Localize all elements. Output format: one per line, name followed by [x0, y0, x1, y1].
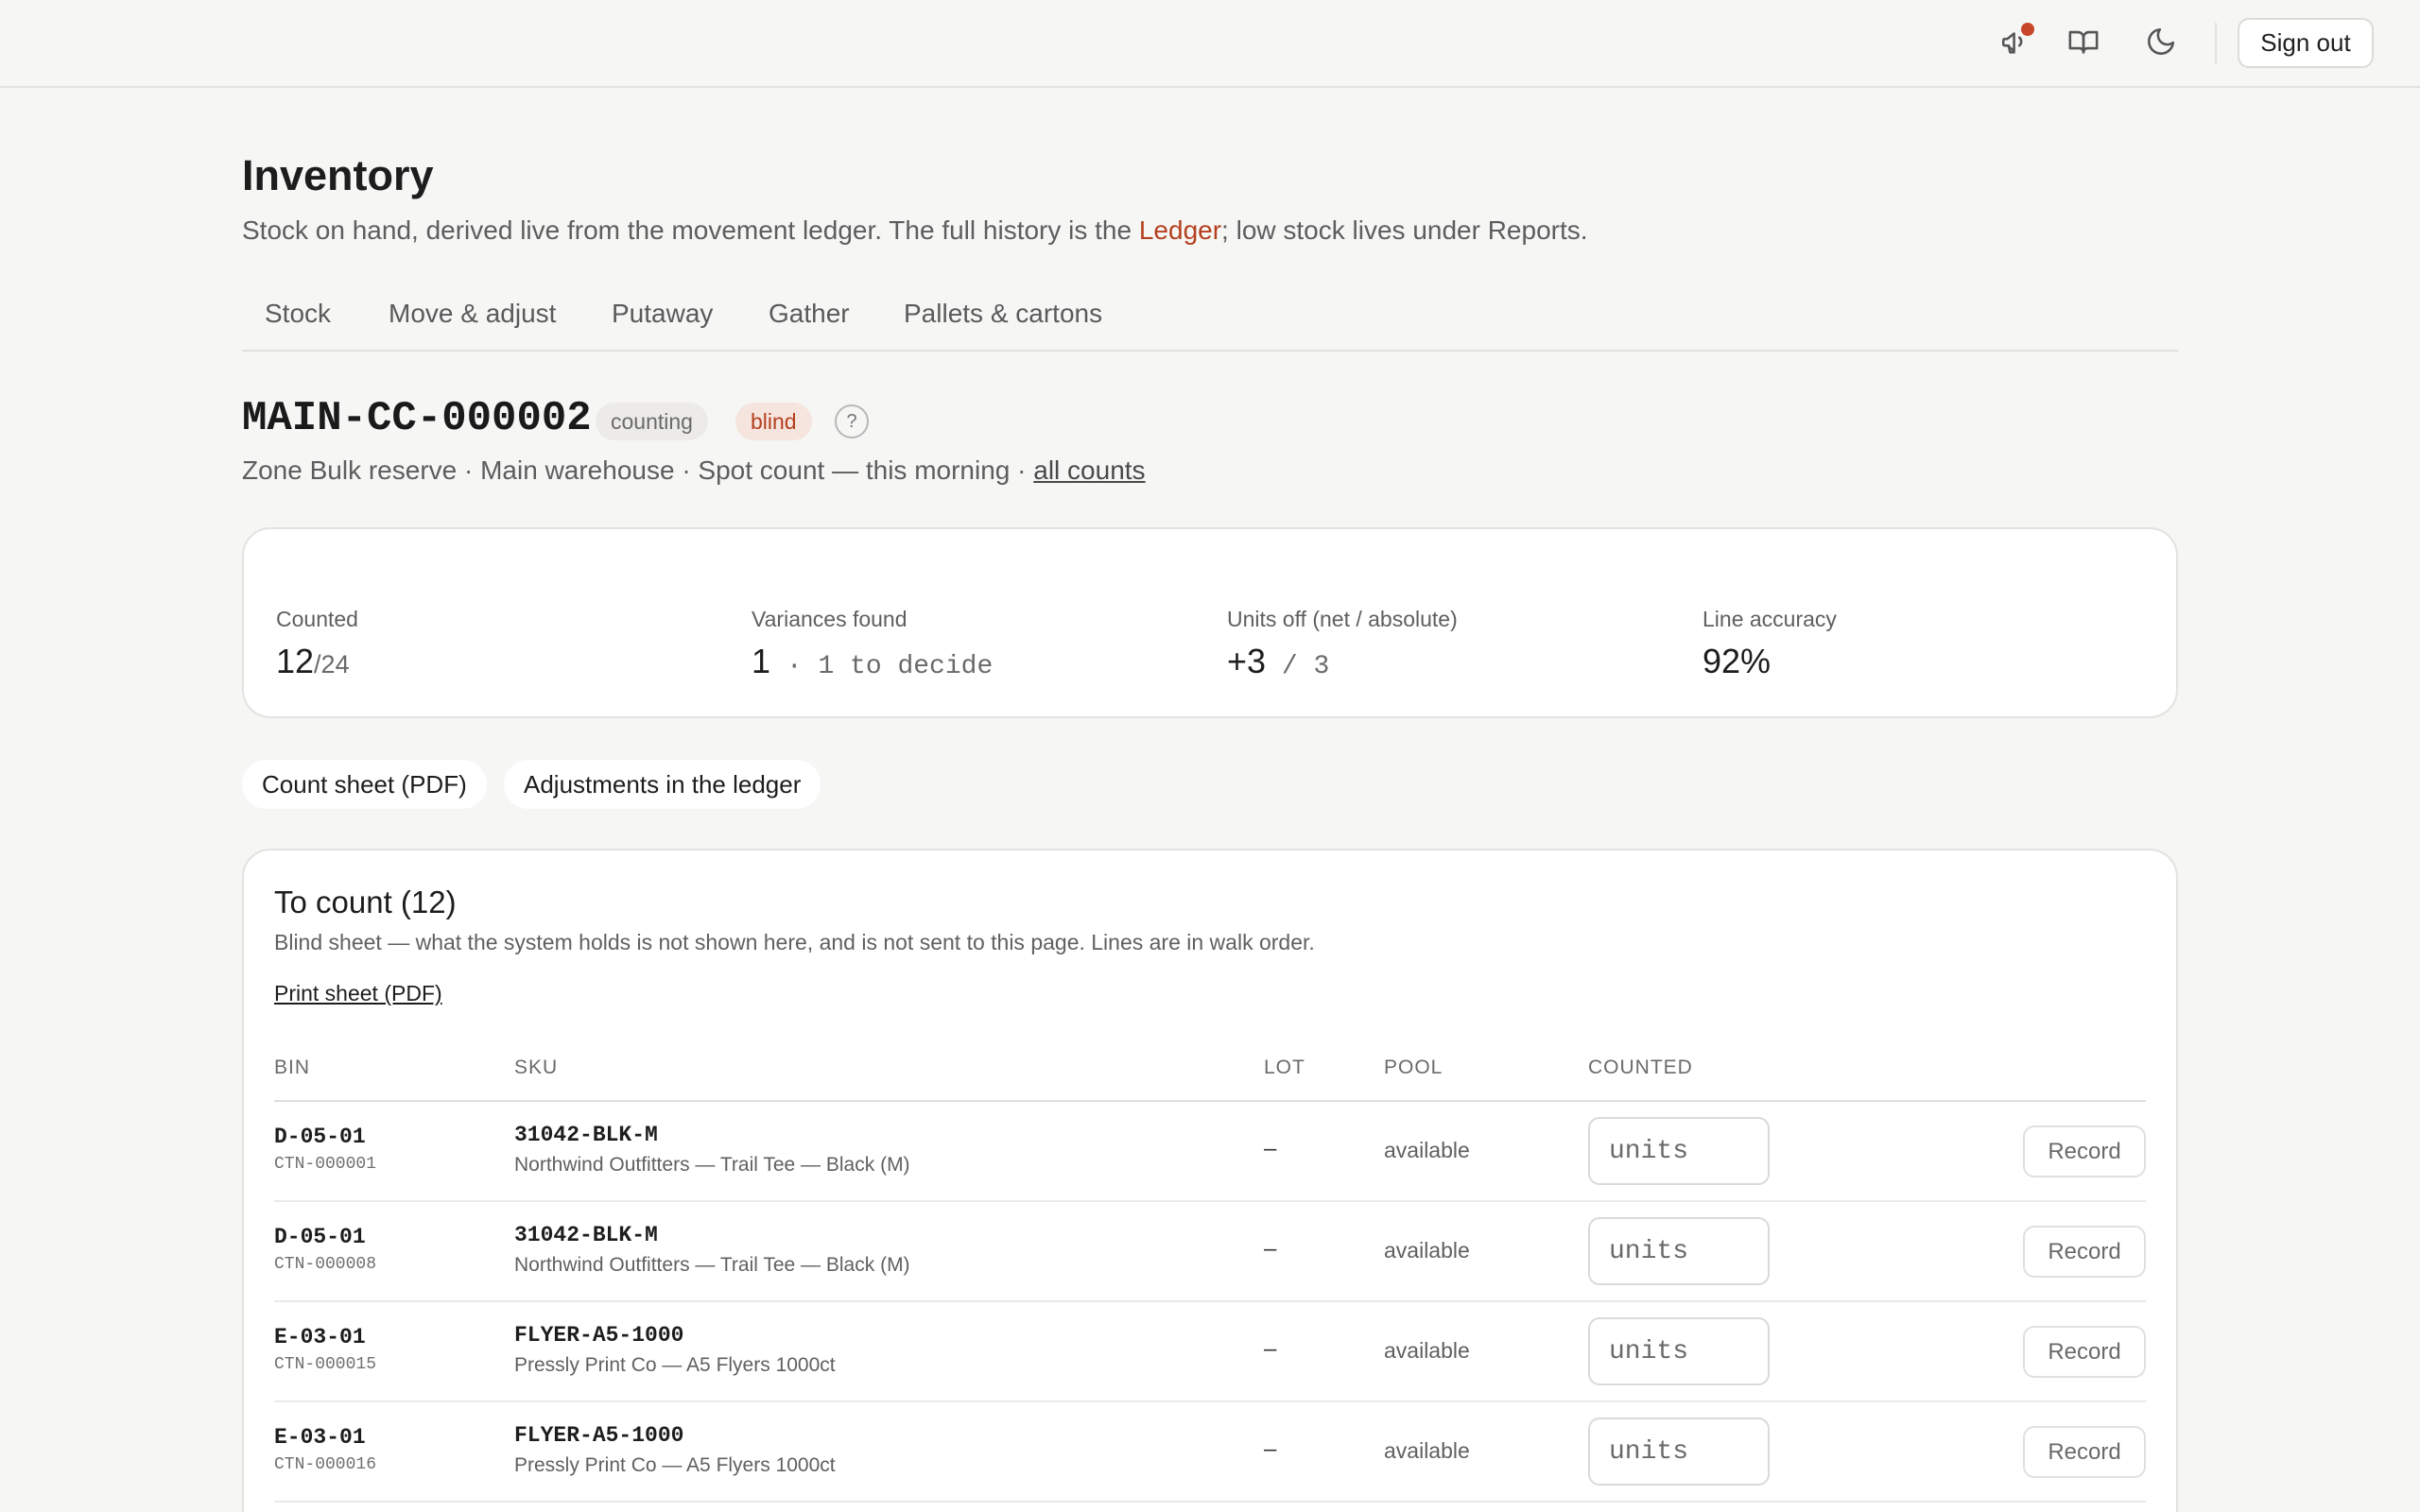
adjustments-ledger-button[interactable]: Adjustments in the ledger: [504, 760, 821, 809]
announcements-button[interactable]: [1995, 23, 2036, 64]
row-bin: E-03-01: [274, 1325, 366, 1349]
moon-icon: [2145, 26, 2177, 62]
row-description: Northwind Outfitters — Trail Tee — Black…: [514, 1154, 910, 1176]
row-bin: D-05-01: [274, 1225, 366, 1249]
help-icon[interactable]: ?: [835, 404, 869, 438]
sign-out-button[interactable]: Sign out: [2238, 18, 2374, 68]
table-row: D-05-01 CTN-000001 31042-BLK-M Northwind…: [274, 1102, 2146, 1202]
table-row: E-03-01 CTN-000016 FLYER-A5-1000 Pressly…: [274, 1402, 2146, 1503]
column-header-sku: SKU: [514, 1057, 559, 1078]
row-pool: available: [1384, 1438, 1470, 1463]
record-button[interactable]: Record: [2023, 1326, 2146, 1378]
tab-pallets-cartons[interactable]: Pallets & cartons: [904, 299, 1102, 329]
counted-units-input[interactable]: [1588, 1418, 1770, 1486]
theme-toggle-button[interactable]: [2140, 23, 2182, 64]
row-carton: CTN-000008: [274, 1255, 377, 1274]
row-carton: CTN-000015: [274, 1355, 377, 1374]
stat-units-off-value: +3 / 3: [1227, 642, 1458, 681]
notification-dot: [2021, 23, 2034, 36]
row-lot: –: [1264, 1136, 1277, 1161]
stats-card: Counted 12/24 Variances found 1 · 1 to d…: [242, 527, 2178, 718]
page-subtitle: Stock on hand, derived live from the mov…: [242, 215, 1588, 246]
row-pool: available: [1384, 1338, 1470, 1363]
all-counts-link[interactable]: all counts: [1033, 455, 1145, 485]
stat-variances-label: Variances found: [752, 607, 908, 631]
column-header-counted: COUNTED: [1588, 1057, 1693, 1078]
counted-units-input[interactable]: [1588, 1217, 1770, 1285]
column-header-bin: BIN: [274, 1057, 311, 1078]
stat-units-off-label: Units off (net / absolute): [1227, 607, 1458, 631]
tab-move-adjust[interactable]: Move & adjust: [389, 299, 556, 329]
stat-accuracy: Line accuracy 92%: [1703, 607, 1837, 681]
stat-variances-value: 1 · 1 to decide: [752, 642, 993, 681]
stat-accuracy-value: 92%: [1703, 642, 1772, 680]
book-open-icon: [2067, 26, 2100, 62]
stat-units-off: Units off (net / absolute) +3 / 3: [1227, 607, 1458, 681]
counted-total: /24: [314, 650, 350, 679]
top-bar: Sign out: [0, 0, 2420, 88]
count-sheet-button[interactable]: Count sheet (PDF): [242, 760, 487, 809]
row-lot: –: [1264, 1336, 1277, 1362]
row-description: Northwind Outfitters — Trail Tee — Black…: [514, 1254, 910, 1276]
row-pool: available: [1384, 1238, 1470, 1263]
table-row: D-05-01 CTN-000008 31042-BLK-M Northwind…: [274, 1202, 2146, 1302]
variances-extra: · 1 to decide: [770, 652, 994, 681]
variances-number: 1: [752, 642, 771, 680]
row-sku: 31042-BLK-M: [514, 1223, 658, 1247]
tab-gather[interactable]: Gather: [769, 299, 850, 329]
inventory-tabs: Stock Move & adjust Putaway Gather Palle…: [242, 293, 2178, 352]
row-description: Pressly Print Co — A5 Flyers 1000ct: [514, 1454, 836, 1476]
record-button[interactable]: Record: [2023, 1125, 2146, 1177]
blind-badge: blind: [735, 403, 812, 440]
subtitle-text-after: ; low stock lives under Reports.: [1221, 215, 1588, 245]
to-count-card: To count (12) Blind sheet — what the sys…: [242, 849, 2178, 1512]
row-lot: –: [1264, 1436, 1277, 1462]
row-sku: FLYER-A5-1000: [514, 1423, 684, 1448]
stat-counted-value: 12/24: [276, 642, 358, 681]
count-meta-text: Zone Bulk reserve · Main warehouse · Spo…: [242, 455, 1034, 485]
row-sku: FLYER-A5-1000: [514, 1323, 684, 1348]
record-button[interactable]: Record: [2023, 1226, 2146, 1278]
row-lot: –: [1264, 1236, 1277, 1262]
tab-stock[interactable]: Stock: [265, 299, 331, 329]
row-pool: available: [1384, 1138, 1470, 1162]
table-row: E-03-01 CTN-000015 FLYER-A5-1000 Pressly…: [274, 1302, 2146, 1402]
row-carton: CTN-000016: [274, 1455, 377, 1474]
column-header-lot: LOT: [1264, 1057, 1305, 1078]
counted-units-input[interactable]: [1588, 1117, 1770, 1185]
row-sku: 31042-BLK-M: [514, 1123, 658, 1147]
subtitle-text-before: Stock on hand, derived live from the mov…: [242, 215, 1139, 245]
to-count-title: To count (12): [274, 885, 457, 919]
docs-button[interactable]: [2063, 23, 2104, 64]
status-badge: counting: [596, 403, 708, 440]
to-count-subtitle: Blind sheet — what the system holds is n…: [274, 930, 1315, 954]
record-button[interactable]: Record: [2023, 1426, 2146, 1478]
units-off-net: +3: [1227, 642, 1267, 680]
stat-variances: Variances found 1 · 1 to decide: [752, 607, 993, 681]
column-header-pool: POOL: [1384, 1057, 1443, 1078]
tab-putaway[interactable]: Putaway: [612, 299, 713, 329]
row-carton: CTN-000001: [274, 1155, 377, 1174]
row-bin: D-05-01: [274, 1125, 366, 1149]
page-title: Inventory: [242, 151, 434, 199]
row-bin: E-03-01: [274, 1425, 366, 1450]
row-description: Pressly Print Co — A5 Flyers 1000ct: [514, 1354, 836, 1376]
header-divider: [2215, 23, 2217, 64]
stat-counted: Counted 12/24: [276, 607, 358, 681]
cycle-count-id: MAIN-CC-000002: [242, 395, 592, 442]
print-sheet-link[interactable]: Print sheet (PDF): [274, 981, 442, 1006]
stat-accuracy-label: Line accuracy: [1703, 607, 1837, 631]
counted-units-input[interactable]: [1588, 1317, 1770, 1385]
counted-number: 12: [276, 642, 315, 680]
ledger-link[interactable]: Ledger: [1139, 215, 1221, 245]
stat-counted-label: Counted: [276, 607, 358, 631]
count-meta: Zone Bulk reserve · Main warehouse · Spo…: [242, 455, 1146, 486]
units-off-abs: / 3: [1266, 652, 1330, 681]
